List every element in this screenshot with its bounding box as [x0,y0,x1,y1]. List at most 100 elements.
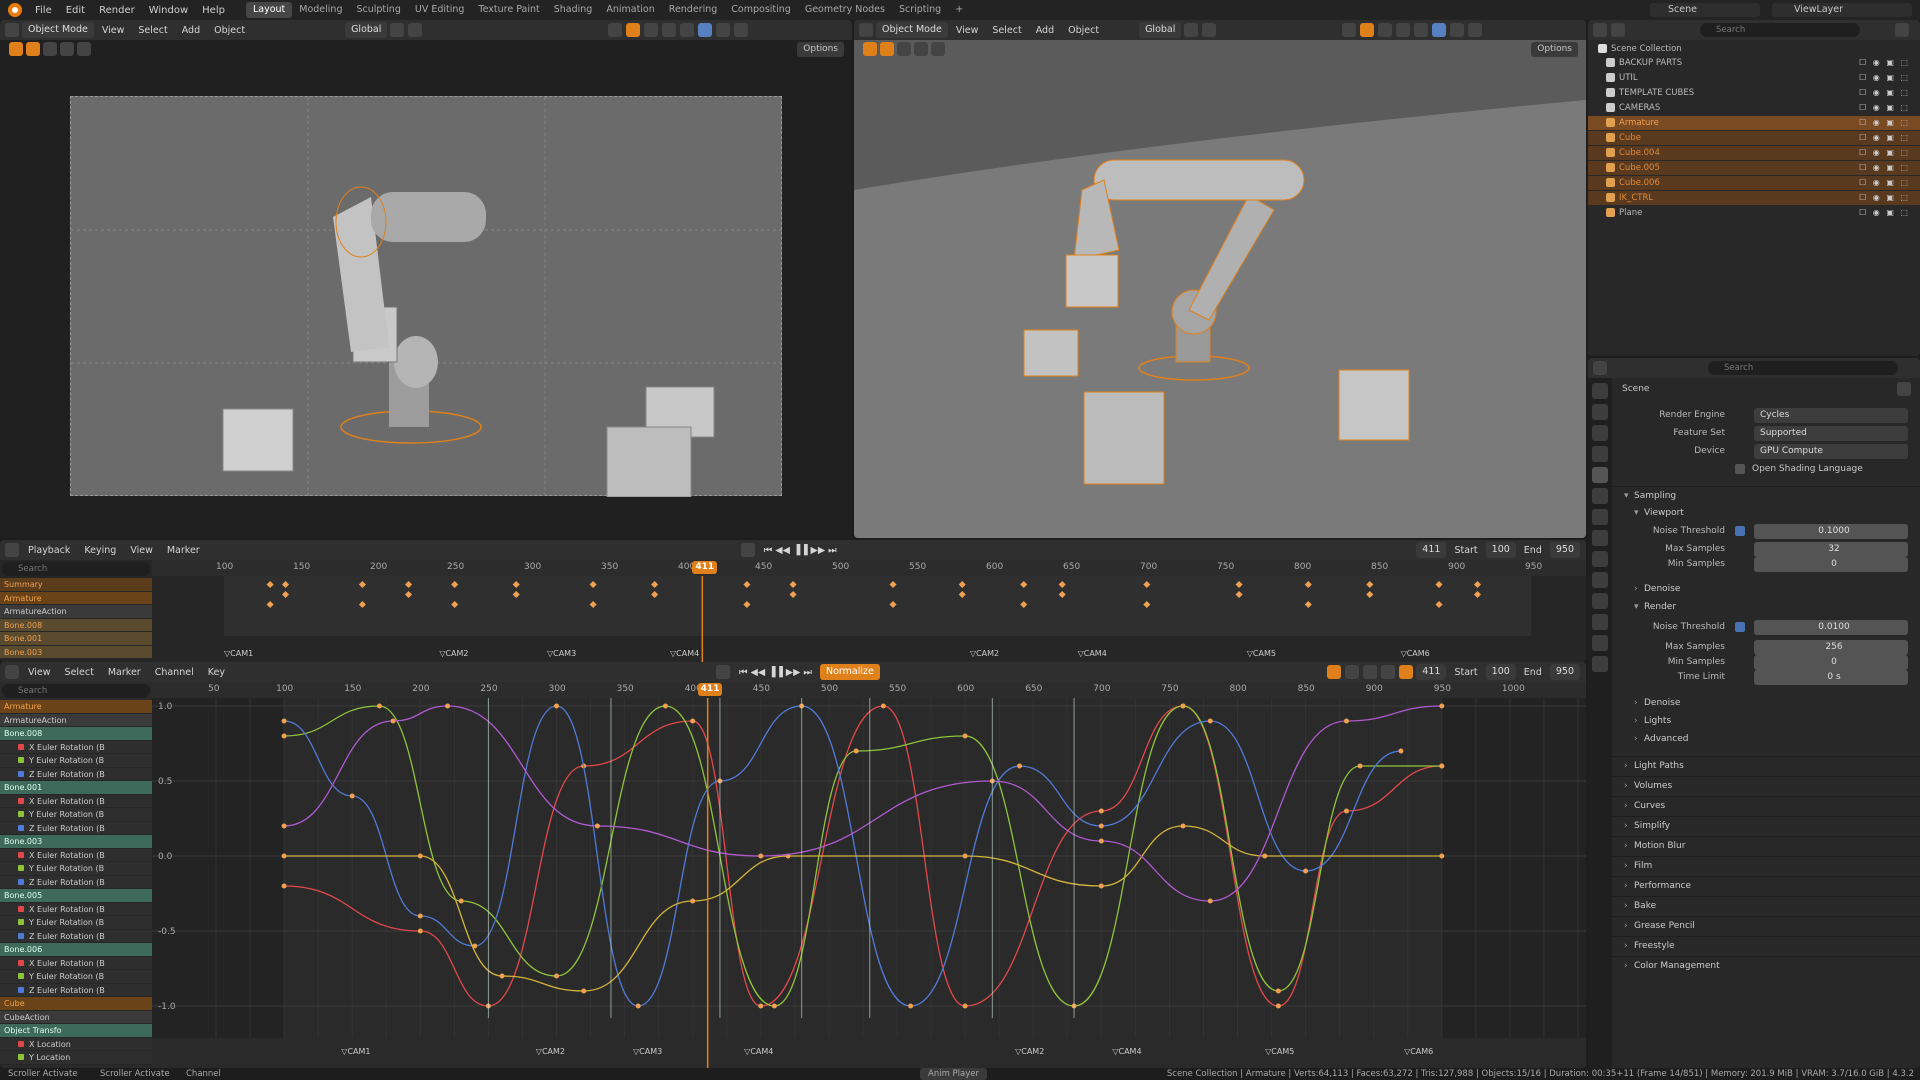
playback-controls[interactable]: ⏮ ◀◀ ▐▐ ▶▶ ⏭ [758,545,843,556]
snap-icon[interactable] [390,23,405,37]
playhead-frame-label[interactable]: 411 [697,683,723,696]
output-tab-icon[interactable] [1592,425,1608,441]
filter-icon[interactable] [1895,23,1909,37]
visibility-toggle-icons[interactable]: ☐ ◉ ▣ ⬚ [1859,176,1910,190]
editor-type-icon[interactable] [1593,23,1607,37]
editor-type-icon[interactable] [1593,361,1607,375]
r-noise-threshold-checkbox[interactable] [1735,622,1745,632]
device-dropdown[interactable]: GPU Compute [1754,444,1908,459]
channel-row[interactable]: Armature [0,700,152,714]
menu-channel[interactable]: Channel [149,667,200,678]
workspace-tab-uv-editing[interactable]: UV Editing [408,2,472,18]
section-light-paths[interactable]: › Light Paths [1612,756,1920,774]
curve-keyframe[interactable] [417,913,423,919]
channel-row[interactable]: Bone.008 [0,727,152,741]
visibility-toggle-icons[interactable]: ☐ ◉ ▣ ⬚ [1859,146,1910,160]
curve-keyframe[interactable] [594,823,600,829]
channel-row[interactable]: Y Euler Rotation (B [0,754,152,768]
section-simplify[interactable]: › Simplify [1612,816,1920,834]
channel-row[interactable]: X Location [0,1038,152,1051]
menu-playback[interactable]: Playback [22,545,76,556]
snap-icon[interactable] [1399,665,1414,679]
playhead-frame-label[interactable]: 411 [692,561,718,574]
texture-tab-icon[interactable] [1592,656,1608,672]
filter-icon[interactable] [1363,665,1378,679]
viewport-perspective[interactable]: Object Mode View Select Add Object Globa… [854,20,1586,538]
channel-row[interactable]: Bone.001 [0,781,152,795]
visibility-toggle-icons[interactable]: ☐ ◉ ▣ ⬚ [1859,101,1910,115]
graph-marker[interactable]: ▽CAM5 [1265,1047,1294,1056]
section-film[interactable]: › Film [1612,856,1920,874]
channel-search-input[interactable]: Search [2,562,150,576]
editor-type-icon[interactable] [5,23,19,37]
curve-keyframe[interactable] [1303,868,1309,874]
start-frame-field[interactable]: 100 [1485,542,1516,558]
channel-row[interactable]: Z Euler Rotation (B [0,876,152,889]
channel-row[interactable]: Summary [0,578,152,592]
channel-row[interactable]: Object Transfo [0,1024,152,1038]
show-hidden-icon[interactable] [1345,665,1360,679]
vp-noise-threshold-checkbox[interactable] [1735,526,1745,536]
channel-row[interactable]: X Euler Rotation (B [0,795,152,808]
vp-noise-threshold-field[interactable]: 0.1000 [1754,524,1908,539]
channel-row[interactable]: Bone.008 [0,618,152,632]
r-max-samples-field[interactable]: 256 [1754,640,1908,655]
workspace-tab-compositing[interactable]: Compositing [724,2,798,18]
curve-keyframe[interactable] [690,718,696,724]
curve-keyframe[interactable] [662,703,668,709]
timeline-marker[interactable]: ▽CAM4 [670,649,699,658]
channel-row[interactable]: Bone.006 [0,943,152,957]
channel-row[interactable]: Z Euler Rotation (B [0,984,152,997]
osl-checkbox[interactable] [1735,464,1745,474]
menu-keying[interactable]: Keying [78,545,122,556]
menu-render[interactable]: Render [92,5,142,16]
channel-row[interactable]: CubeAction [0,1010,152,1024]
render-subsection[interactable]: ▾ Render [1612,598,1920,616]
curve-keyframe[interactable] [499,973,505,979]
view-layer-tab-icon[interactable] [1592,446,1608,462]
curve-keyframe[interactable] [1262,853,1268,859]
visibility-toggle-icons[interactable]: ☐ ◉ ▣ ⬚ [1859,56,1910,70]
r-time-limit-field[interactable]: 0 s [1754,670,1908,685]
vp-max-samples-field[interactable]: 32 [1754,542,1908,557]
workspace-tab-layout[interactable]: Layout [245,2,293,18]
visibility-icon[interactable] [608,23,623,37]
channel-row[interactable]: Y Euler Rotation (B [0,808,152,822]
graph-channel-search-input[interactable]: Search [2,684,150,698]
display-mode-icon[interactable] [1611,23,1625,37]
channel-row[interactable]: Y Euler Rotation (B [0,970,152,984]
menu-view[interactable]: View [96,25,131,36]
curve-keyframe[interactable] [281,733,287,739]
channel-row[interactable]: X Euler Rotation (B [0,741,152,754]
curve-keyframe[interactable] [1098,838,1104,844]
outliner-item[interactable]: Cube.006 ☐ ◉ ▣ ⬚ [1588,176,1920,190]
visibility-toggle-icons[interactable]: ☐ ◉ ▣ ⬚ [1859,161,1910,175]
proportional-edit-icon[interactable] [408,23,423,37]
curve-keyframe[interactable] [281,823,287,829]
shading-material-icon[interactable] [716,23,731,37]
curve-keyframe[interactable] [281,853,287,859]
anim-player-job[interactable]: Anim Player [920,1068,987,1080]
overlay-icon[interactable] [644,23,659,37]
timeline-marker[interactable]: ▽CAM2 [439,649,468,658]
constraints-tab-icon[interactable] [1592,614,1608,630]
section-motion-blur[interactable]: › Motion Blur [1612,836,1920,854]
select-box-icon[interactable] [9,42,23,56]
pin-icon[interactable] [1897,382,1911,396]
advanced-subsection[interactable]: › Advanced [1612,730,1920,748]
collection-tab-icon[interactable] [1592,509,1608,525]
add-workspace-button[interactable]: + [948,2,970,18]
object-tab-icon[interactable] [1592,530,1608,546]
data-tab-icon[interactable] [1592,635,1608,651]
shading-wireframe-icon[interactable] [680,23,695,37]
channel-row[interactable]: ArmatureAction [0,713,152,727]
menu-object[interactable]: Object [208,25,251,36]
outliner-item[interactable]: Cube ☐ ◉ ▣ ⬚ [1588,131,1920,145]
graph-ruler[interactable]: 50 100 150 200 250 300 350 400 450 500 550 600 650 70… [152,682,1586,698]
view-layer-selector[interactable]: ViewLayer [1772,3,1912,17]
curve-keyframe[interactable] [554,703,559,709]
curve-keyframe[interactable] [1180,703,1186,709]
menu-marker[interactable]: Marker [161,545,206,556]
curve-keyframe[interactable] [417,928,423,934]
channel-row[interactable]: Bone.005 [0,889,152,903]
